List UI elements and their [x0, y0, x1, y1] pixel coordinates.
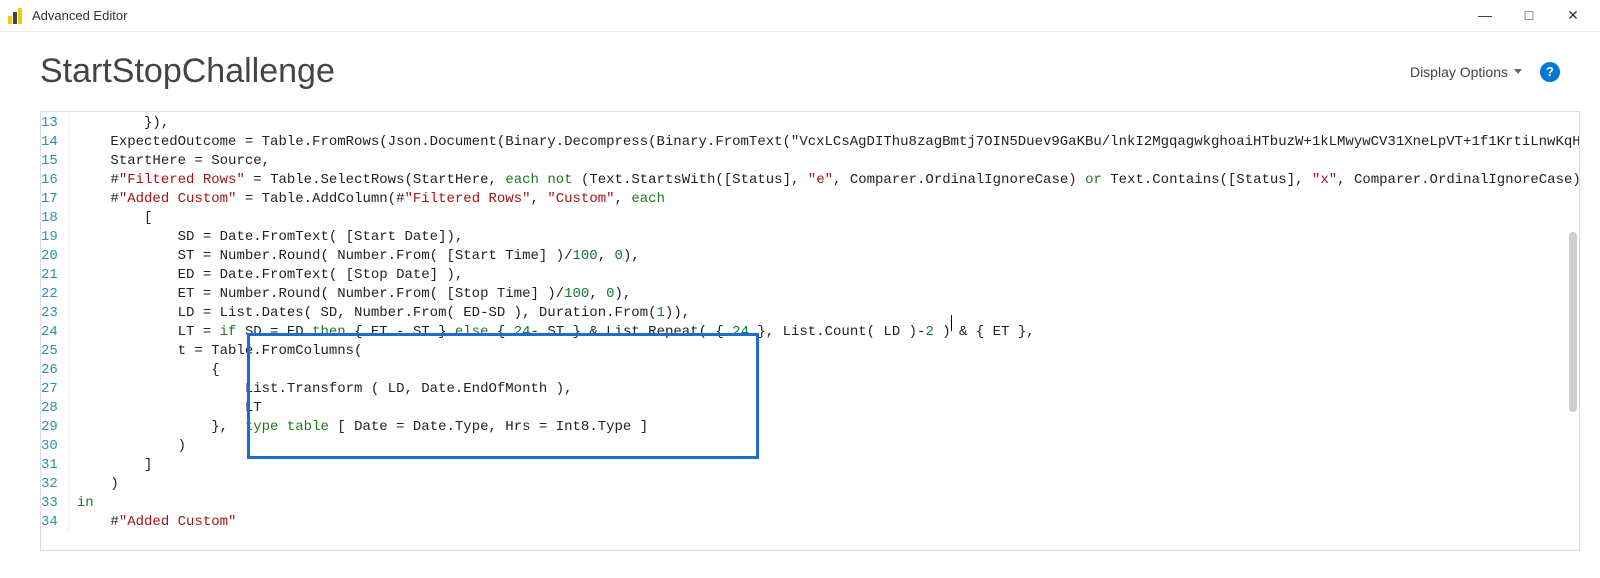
line-number: 20 — [41, 247, 58, 266]
code-line[interactable]: StartHere = Source, — [77, 152, 1580, 171]
line-number: 30 — [41, 437, 58, 456]
text-cursor-icon — [951, 315, 952, 331]
code-line[interactable]: ) — [77, 437, 1580, 456]
line-number: 28 — [41, 399, 58, 418]
query-name: StartStopChallenge — [40, 52, 335, 91]
window-controls: — □ ✕ — [1472, 7, 1592, 24]
line-number: 25 — [41, 342, 58, 361]
line-number: 13 — [41, 114, 58, 133]
window-title: Advanced Editor — [32, 8, 127, 23]
code-line[interactable]: #"Added Custom" = Table.AddColumn(#"Filt… — [77, 190, 1580, 209]
code-editor[interactable]: 1314151617181920212223242526272829303132… — [40, 111, 1580, 551]
code-line[interactable]: ExpectedOutcome = Table.FromRows(Json.Do… — [77, 133, 1580, 152]
header: StartStopChallenge Display Options ? — [0, 32, 1600, 101]
code-line[interactable]: #"Added Custom" — [77, 513, 1580, 532]
maximize-button[interactable]: □ — [1516, 7, 1542, 24]
code-line[interactable]: t = Table.FromColumns( — [77, 342, 1580, 361]
line-number: 18 — [41, 209, 58, 228]
line-number: 22 — [41, 285, 58, 304]
line-number: 34 — [41, 513, 58, 532]
code-line[interactable]: List.Transform ( LD, Date.EndOfMonth ), — [77, 380, 1580, 399]
code-line[interactable]: ] — [77, 456, 1580, 475]
line-number: 19 — [41, 228, 58, 247]
line-number: 23 — [41, 304, 58, 323]
code-lines[interactable]: }), ExpectedOutcome = Table.FromRows(Jso… — [69, 112, 1580, 534]
code-line[interactable]: LD = List.Dates( SD, Number.From( ED-SD … — [77, 304, 1580, 323]
line-number: 14 — [41, 133, 58, 152]
line-number: 32 — [41, 475, 58, 494]
close-button[interactable]: ✕ — [1560, 7, 1586, 24]
powerbi-icon — [8, 8, 24, 24]
code-line[interactable]: }, type table [ Date = Date.Type, Hrs = … — [77, 418, 1580, 437]
code-line[interactable]: SD = Date.FromText( [Start Date]), — [77, 228, 1580, 247]
chevron-down-icon — [1514, 69, 1522, 74]
line-number: 17 — [41, 190, 58, 209]
help-button[interactable]: ? — [1540, 62, 1560, 82]
code-line[interactable]: ) — [77, 475, 1580, 494]
line-number: 29 — [41, 418, 58, 437]
code-line[interactable]: ET = Number.Round( Number.From( [Stop Ti… — [77, 285, 1580, 304]
code-line[interactable]: }), — [77, 114, 1580, 133]
minimize-button[interactable]: — — [1472, 7, 1498, 24]
line-number: 16 — [41, 171, 58, 190]
line-number: 26 — [41, 361, 58, 380]
code-line[interactable]: { — [77, 361, 1580, 380]
code-line[interactable]: ST = Number.Round( Number.From( [Start T… — [77, 247, 1580, 266]
code-line[interactable]: LT — [77, 399, 1580, 418]
code-line[interactable]: #"Filtered Rows" = Table.SelectRows(Star… — [77, 171, 1580, 190]
code-line[interactable]: LT = if SD = ED then { ET - ST } else { … — [77, 323, 1580, 342]
code-line[interactable]: ED = Date.FromText( [Stop Date] ), — [77, 266, 1580, 285]
line-number: 21 — [41, 266, 58, 285]
line-number: 27 — [41, 380, 58, 399]
code-line[interactable]: in — [77, 494, 1580, 513]
line-number: 15 — [41, 152, 58, 171]
display-options-label: Display Options — [1410, 64, 1508, 80]
line-number-gutter: 1314151617181920212223242526272829303132… — [41, 112, 69, 534]
line-number: 24 — [41, 323, 58, 342]
code-line[interactable]: [ — [77, 209, 1580, 228]
display-options-dropdown[interactable]: Display Options — [1410, 64, 1522, 80]
vertical-scrollbar[interactable] — [1569, 232, 1577, 412]
titlebar: Advanced Editor — □ ✕ — [0, 0, 1600, 32]
line-number: 31 — [41, 456, 58, 475]
line-number: 33 — [41, 494, 58, 513]
